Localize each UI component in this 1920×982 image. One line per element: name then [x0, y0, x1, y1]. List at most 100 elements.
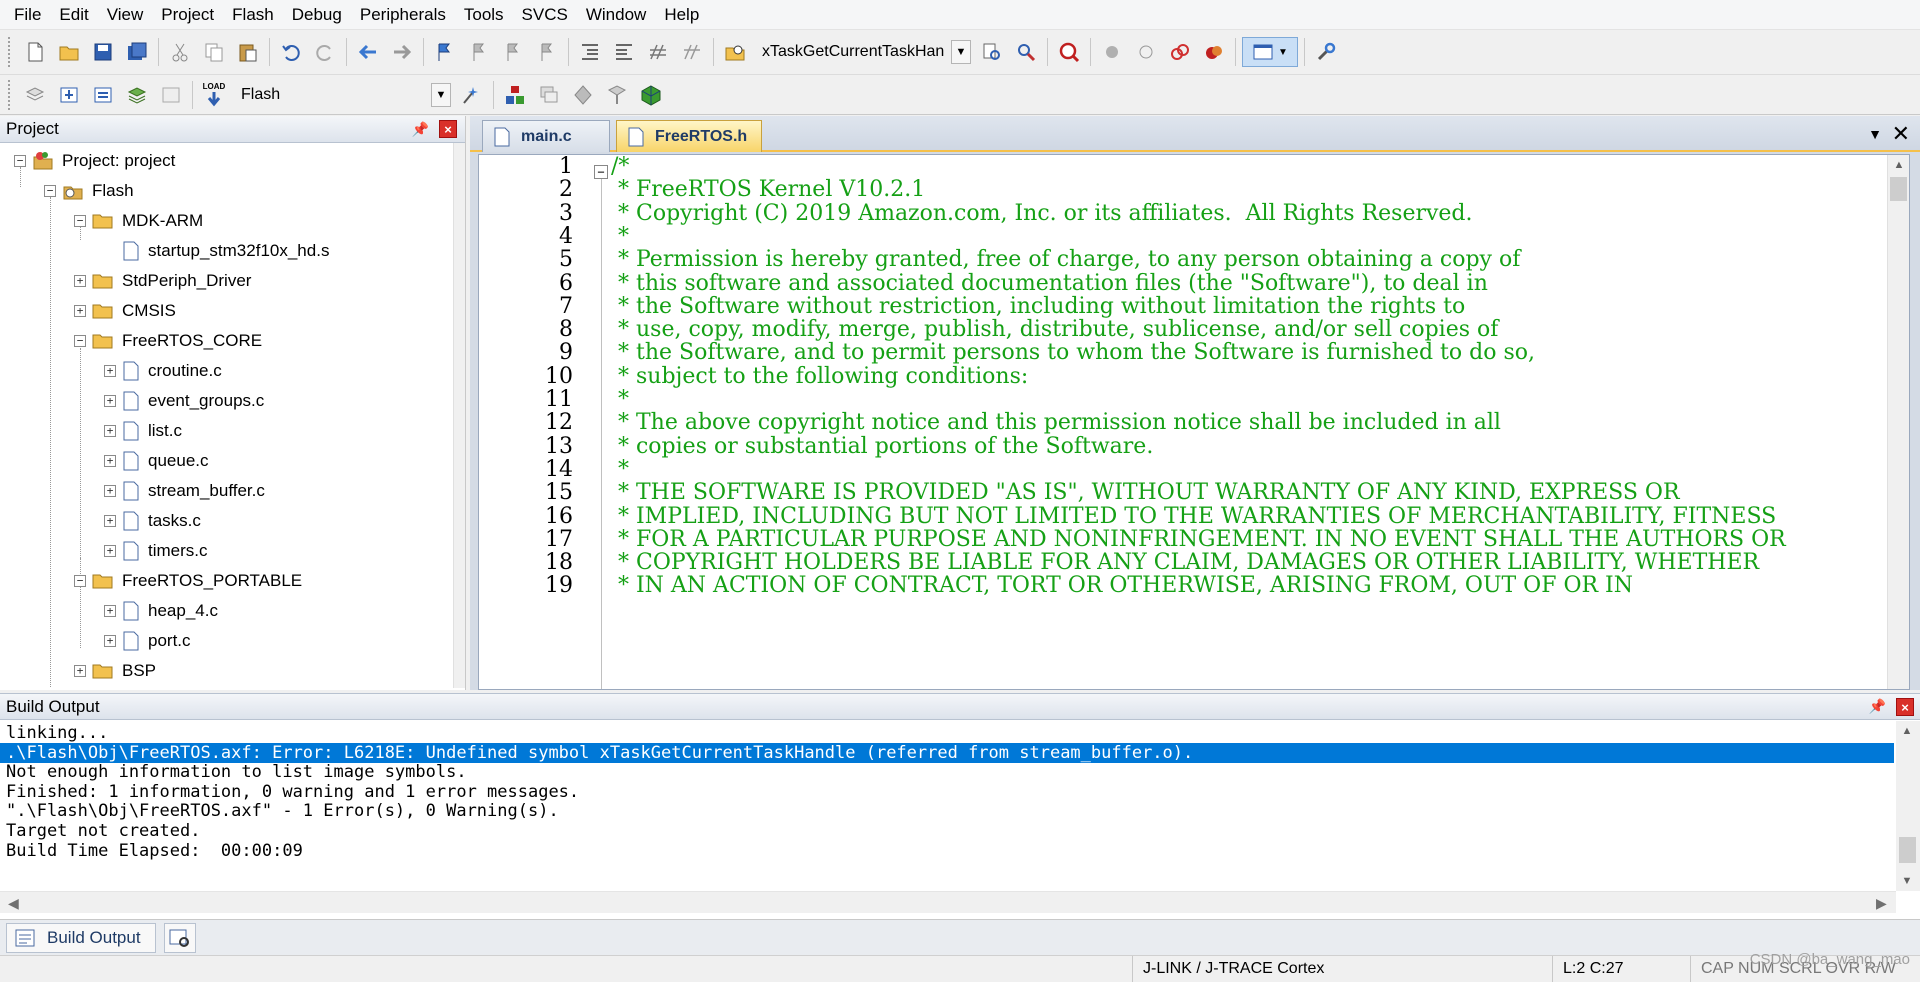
expand-icon[interactable]: +: [104, 485, 116, 497]
editor-scrollbar[interactable]: ▲: [1887, 155, 1909, 689]
redo-icon[interactable]: [310, 37, 340, 67]
configure-icon[interactable]: [1311, 37, 1341, 67]
collapse-icon[interactable]: −: [14, 155, 26, 167]
toolbar-grip[interactable]: [8, 37, 12, 67]
tree-file[interactable]: + event_groups.c: [104, 386, 264, 416]
disable-all-breakpoints-icon[interactable]: [1165, 37, 1195, 67]
pack-installer-icon[interactable]: [602, 80, 632, 110]
expand-icon[interactable]: +: [104, 635, 116, 647]
expand-icon[interactable]: +: [104, 425, 116, 437]
find-in-files-icon[interactable]: [720, 37, 750, 67]
debug-session-icon[interactable]: [1054, 37, 1084, 67]
expand-icon[interactable]: +: [74, 275, 86, 287]
tree-file[interactable]: + list.c: [104, 416, 182, 446]
find-combo[interactable]: xTaskGetCurrentTaskHan ▼: [752, 39, 975, 65]
tab-freertos-h[interactable]: FreeRTOS.h: [616, 120, 762, 152]
tree-file[interactable]: + stream_buffer.c: [104, 476, 265, 506]
clear-bookmarks-icon[interactable]: [532, 37, 562, 67]
next-bookmark-icon[interactable]: [498, 37, 528, 67]
menu-help[interactable]: Help: [655, 0, 708, 30]
pack-green-icon[interactable]: [636, 80, 666, 110]
select-software-packs-icon[interactable]: [568, 80, 598, 110]
unindent-icon[interactable]: [609, 37, 639, 67]
menu-view[interactable]: View: [98, 0, 153, 30]
stop-build-icon[interactable]: [156, 80, 186, 110]
tree-file[interactable]: startup_stm32f10x_hd.s: [122, 236, 329, 266]
tab-list-dropdown-icon[interactable]: ▼: [1868, 126, 1882, 142]
tab-build-output[interactable]: Build Output: [6, 922, 156, 953]
translate-icon[interactable]: [20, 80, 50, 110]
tree-group[interactable]: + StdPeriph_Driver: [74, 266, 251, 296]
cut-icon[interactable]: [165, 37, 195, 67]
project-scrollbar[interactable]: [453, 143, 465, 688]
new-file-icon[interactable]: [20, 37, 50, 67]
kill-all-breakpoints-icon[interactable]: [1199, 37, 1229, 67]
tree-group[interactable]: − FreeRTOS_CORE: [74, 326, 262, 356]
collapse-icon[interactable]: −: [74, 575, 86, 587]
build-output-line[interactable]: linking...: [0, 723, 1894, 743]
find-icon[interactable]: [977, 37, 1007, 67]
close-icon[interactable]: ✕: [1892, 121, 1910, 147]
expand-icon[interactable]: +: [104, 365, 116, 377]
batch-build-icon[interactable]: [122, 80, 152, 110]
chevron-down-icon[interactable]: ▼: [431, 82, 451, 107]
build-icon[interactable]: [54, 80, 84, 110]
tree-group[interactable]: + BSP: [74, 656, 156, 686]
chevron-down-icon[interactable]: ▼: [951, 40, 971, 64]
tree-root-project[interactable]: − Project: project: [14, 146, 175, 176]
expand-icon[interactable]: +: [104, 515, 116, 527]
open-file-icon[interactable]: [54, 37, 84, 67]
rebuild-icon[interactable]: [88, 80, 118, 110]
tree-file[interactable]: + port.c: [104, 626, 191, 656]
build-output-hscrollbar[interactable]: ◀ ▶: [0, 891, 1896, 913]
expand-icon[interactable]: +: [104, 395, 116, 407]
menu-file[interactable]: File: [5, 0, 50, 30]
expand-icon[interactable]: +: [104, 545, 116, 557]
tree-file[interactable]: + heap_4.c: [104, 596, 218, 626]
collapse-icon[interactable]: −: [74, 215, 86, 227]
disable-breakpoint-icon[interactable]: [1131, 37, 1161, 67]
pin-icon[interactable]: 📌: [412, 121, 429, 138]
download-icon[interactable]: LOAD: [199, 80, 229, 110]
build-output-line[interactable]: ".\Flash\Obj\FreeRTOS.axf" - 1 Error(s),…: [0, 801, 1894, 821]
tree-file[interactable]: + timers.c: [104, 536, 208, 566]
comment-icon[interactable]: [643, 37, 673, 67]
scroll-up-icon[interactable]: ▲: [1896, 721, 1918, 741]
fold-collapse-icon[interactable]: −: [594, 165, 608, 179]
indent-icon[interactable]: [575, 37, 605, 67]
menu-tools[interactable]: Tools: [455, 0, 513, 30]
tree-group[interactable]: + CMSIS: [74, 296, 176, 326]
code-editor[interactable]: 1 2 3 4 5 6 7 8 9 10 11 12 13 14 15 16 17 18 19 − /* * Fre…: [478, 154, 1910, 690]
navigate-forward-icon[interactable]: [387, 37, 417, 67]
expand-icon[interactable]: +: [104, 605, 116, 617]
build-output-line[interactable]: .\Flash\Obj\FreeRTOS.axf: Error: L6218E:…: [0, 742, 1894, 763]
target-select[interactable]: Flash ▼: [235, 82, 451, 108]
tree-group[interactable]: − FreeRTOS_PORTABLE: [74, 566, 302, 596]
build-output-line[interactable]: Build Time Elapsed: 00:00:09: [0, 841, 1894, 861]
save-all-icon[interactable]: [122, 37, 152, 67]
file-extensions-icon[interactable]: [534, 80, 564, 110]
menu-edit[interactable]: Edit: [50, 0, 97, 30]
tree-target-flash[interactable]: − Flash: [44, 176, 134, 206]
expand-icon[interactable]: +: [74, 305, 86, 317]
scroll-thumb[interactable]: [1899, 837, 1916, 863]
expand-icon[interactable]: +: [74, 665, 86, 677]
uncomment-icon[interactable]: [677, 37, 707, 67]
build-output-line[interactable]: Target not created.: [0, 821, 1894, 841]
menu-project[interactable]: Project: [152, 0, 223, 30]
tree-file[interactable]: + queue.c: [104, 446, 209, 476]
tree-group[interactable]: − MDK-ARM: [74, 206, 203, 236]
build-output-scrollbar[interactable]: ▲ ▼: [1896, 721, 1920, 891]
scroll-up-icon[interactable]: ▲: [1888, 155, 1909, 175]
navigate-back-icon[interactable]: [353, 37, 383, 67]
scroll-left-icon[interactable]: ◀: [8, 892, 19, 914]
build-output-line[interactable]: Not enough information to list image sym…: [0, 762, 1894, 782]
scroll-right-icon[interactable]: ▶: [1876, 892, 1887, 914]
tree-file[interactable]: + tasks.c: [104, 506, 201, 536]
manage-components-icon[interactable]: [500, 80, 530, 110]
incremental-find-icon[interactable]: [1011, 37, 1041, 67]
window-layout-icon[interactable]: ▼: [1242, 37, 1298, 67]
close-icon[interactable]: ×: [1896, 697, 1914, 716]
toolbar-grip[interactable]: [8, 79, 12, 110]
scroll-thumb[interactable]: [1890, 177, 1907, 201]
